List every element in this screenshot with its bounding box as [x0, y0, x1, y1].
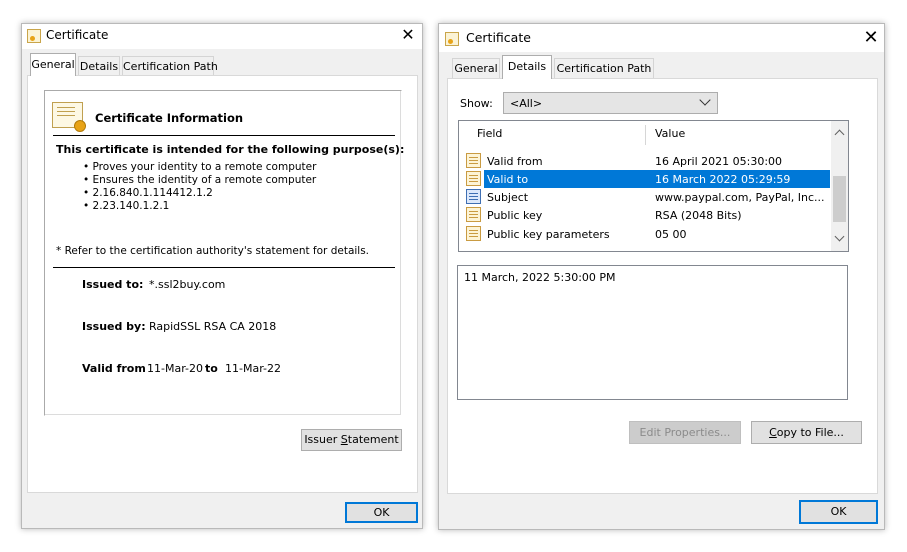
right-dialog-title: Certificate — [466, 30, 531, 45]
issuer-statement-button[interactable]: Issuer Statement — [301, 429, 402, 451]
field-name: Public key parameters — [487, 228, 610, 241]
show-dropdown[interactable]: <All> — [503, 92, 718, 114]
issuer-statement-label: Issuer — [304, 433, 341, 446]
fields-list[interactable]: Field Value Valid from 16 April 2021 05:… — [458, 120, 849, 252]
copy-to-file-button[interactable]: Copy to File... — [751, 421, 862, 444]
field-detail-text: 11 March, 2022 5:30:00 PM — [464, 271, 616, 284]
certificate-icon — [445, 32, 459, 46]
general-tab-panel: Certificate Information This certificate… — [27, 75, 418, 493]
list-item[interactable]: Subject www.paypal.com, PayPal, Inc... — [460, 188, 830, 206]
issuer-statement-label-rest: tatement — [347, 433, 399, 446]
valid-from-label: Valid from — [82, 362, 146, 375]
column-divider — [645, 125, 646, 145]
field-value: www.paypal.com, PayPal, Inc... — [655, 191, 825, 204]
field-detail-textbox[interactable]: 11 March, 2022 5:30:00 PM — [457, 265, 848, 400]
top-rule — [53, 135, 395, 136]
tab-certification-path[interactable]: Certification Path — [122, 56, 218, 76]
field-name: Valid from — [487, 155, 543, 168]
purpose-item: 2.23.140.1.2.1 — [83, 200, 316, 213]
field-value: 16 April 2021 05:30:00 — [655, 155, 783, 168]
certificate-field-icon — [466, 207, 481, 222]
certificate-field-icon — [466, 226, 481, 241]
middle-rule — [53, 267, 395, 268]
right-ok-button[interactable]: OK — [799, 500, 878, 524]
edit-properties-button[interactable]: Edit Properties... — [629, 421, 741, 444]
show-dropdown-value: <All> — [510, 97, 543, 110]
field-name: Valid to — [487, 173, 529, 186]
left-dialog-title: Certificate — [46, 28, 109, 42]
purpose-item: Proves your identity to a remote compute… — [83, 161, 317, 174]
scroll-thumb[interactable] — [833, 176, 846, 222]
tab-certification-path[interactable]: Certification Path — [554, 58, 654, 79]
left-title-bar[interactable]: Certificate ✕ — [22, 24, 422, 49]
certificate-icon — [27, 29, 41, 43]
purpose-heading: This certificate is intended for the fol… — [56, 143, 405, 156]
field-value: 05 00 — [655, 228, 687, 241]
purpose-list: Proves your identity to a remote compute… — [83, 161, 317, 213]
tab-details[interactable]: Details — [78, 56, 120, 76]
purpose-item: 2.16.840.1.114412.1.2 — [83, 187, 316, 200]
refer-note: * Refer to the certification authority's… — [56, 245, 370, 257]
column-header-value[interactable]: Value — [655, 127, 685, 140]
right-certificate-dialog: Certificate ✕ General Details Certificat… — [438, 23, 885, 530]
scroll-up-icon[interactable] — [834, 129, 845, 140]
field-name: Subject — [487, 191, 529, 204]
certificate-field-icon — [466, 153, 481, 168]
list-item[interactable]: Public key parameters 05 00 — [460, 225, 830, 243]
left-certificate-dialog: Certificate ✕ General Details Certificat… — [21, 23, 423, 529]
left-ok-button[interactable]: OK — [345, 502, 418, 523]
copy-to-file-accesskey: C — [769, 426, 777, 439]
certificate-subject-icon — [466, 189, 481, 204]
right-title-bar[interactable]: Certificate ✕ — [439, 24, 884, 52]
valid-to-label: to — [205, 362, 218, 375]
close-icon[interactable]: ✕ — [396, 26, 420, 44]
close-icon[interactable]: ✕ — [859, 29, 883, 47]
valid-from-value: 11-Mar-20 — [147, 362, 203, 375]
purpose-item: Ensures the identity of a remote compute… — [83, 174, 317, 187]
copy-to-file-label: opy to File... — [776, 426, 844, 439]
field-name: Public key — [487, 209, 543, 222]
tab-general[interactable]: General — [452, 58, 500, 79]
details-tab-panel: Show: <All> Field Value Valid from 16 Ap… — [447, 78, 878, 494]
issued-to-label: Issued to: — [82, 278, 144, 291]
column-header-field[interactable]: Field — [477, 127, 502, 140]
list-item[interactable]: Valid from 16 April 2021 05:30:00 — [460, 152, 830, 170]
tab-details[interactable]: Details — [502, 55, 552, 79]
field-value: RSA (2048 Bits) — [655, 209, 742, 222]
issued-by-label: Issued by: — [82, 320, 146, 333]
issued-by-value: RapidSSL RSA CA 2018 — [149, 320, 277, 333]
chevron-down-icon — [699, 94, 711, 106]
valid-to-value: 11-Mar-22 — [225, 362, 281, 375]
tab-general[interactable]: General — [30, 53, 76, 76]
list-item[interactable]: Public key RSA (2048 Bits) — [460, 206, 830, 224]
field-value: 16 March 2022 05:29:59 — [655, 173, 791, 186]
certificate-info-heading: Certificate Information — [95, 111, 244, 125]
show-label: Show: — [460, 97, 493, 110]
scroll-down-icon[interactable] — [834, 231, 845, 242]
list-item[interactable]: Valid to 16 March 2022 05:29:59 — [460, 170, 830, 188]
issued-to-value: *.ssl2buy.com — [149, 278, 226, 291]
vertical-scrollbar[interactable] — [831, 121, 848, 251]
certificate-badge-icon — [52, 102, 86, 132]
issuer-statement-accesskey: S — [340, 433, 348, 446]
certificate-field-icon — [466, 171, 481, 186]
certificate-information-box: Certificate Information This certificate… — [44, 90, 405, 416]
